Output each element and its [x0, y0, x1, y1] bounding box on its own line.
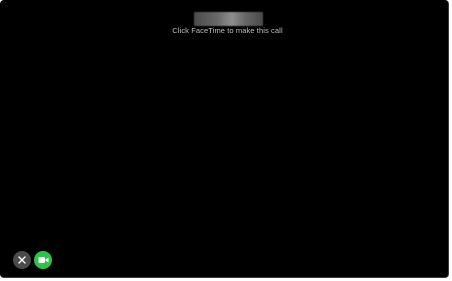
close-icon	[18, 256, 26, 264]
facetime-window: Click FaceTime to make this call	[0, 0, 449, 278]
contact-name-redacted	[194, 12, 263, 26]
video-camera-icon	[38, 256, 49, 264]
call-status-text: Click FaceTime to make this call	[172, 26, 283, 35]
facetime-call-button[interactable]	[34, 251, 52, 269]
cancel-call-button[interactable]	[13, 251, 31, 269]
